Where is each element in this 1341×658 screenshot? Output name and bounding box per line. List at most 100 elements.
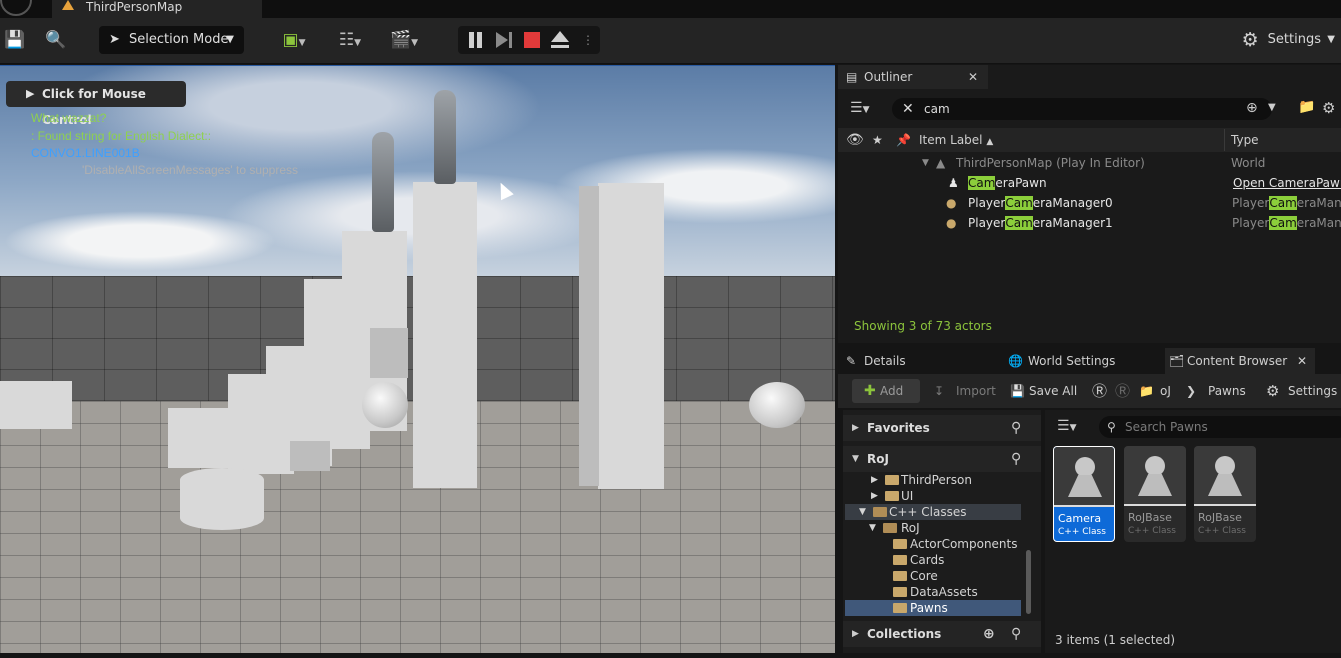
eject-button[interactable] <box>550 30 570 50</box>
settings-button[interactable]: ⚙ Settings ▼ <box>1242 26 1335 54</box>
debug-message: CONVO1.LINE001B <box>31 146 140 160</box>
folder-dataassets[interactable]: DataAssets <box>845 584 1021 600</box>
actor-icon: ● <box>946 216 957 230</box>
save-icon[interactable]: 💾 <box>4 30 25 50</box>
collections-section[interactable]: ▶ Collections ⊕ ⚲ <box>843 621 1041 647</box>
folder-pawns[interactable]: Pawns <box>845 600 1021 616</box>
content-browser-icon: 🗂 <box>1169 354 1185 368</box>
outliner-tab[interactable]: ▤ Outliner ✕ <box>838 65 988 89</box>
filter-icon[interactable]: ☰▼ <box>850 100 869 116</box>
outliner-row-cameramanager0[interactable]: ● PlayerCameraManager0 PlayerCameraMana <box>838 193 1341 213</box>
pin-icon[interactable]: 📌 <box>896 129 911 151</box>
debug-message: 'DisableAllScreenMessages' to suppress <box>82 163 299 177</box>
folder-cards[interactable]: Cards <box>845 552 1021 568</box>
blueprint-icon[interactable]: ☷▼ <box>332 30 368 53</box>
outliner-header-row <box>838 128 1341 152</box>
breadcrumb-pawns[interactable]: Pawns <box>1208 379 1246 403</box>
level-tab[interactable]: ThirdPersonMap <box>52 0 262 18</box>
add-filter-icon[interactable]: ⊕ <box>1246 100 1258 116</box>
folder-core[interactable]: Core <box>845 568 1021 584</box>
folder-label: RoJ <box>901 521 920 535</box>
outliner-row-world[interactable]: ▼ ▲ ThirdPersonMap (Play In Editor) Worl… <box>838 153 1341 173</box>
tab-content-browser[interactable]: 🗂 Content Browser ✕ <box>1165 348 1315 374</box>
folder-icon[interactable]: 📁 <box>1139 379 1154 403</box>
stop-button[interactable] <box>522 30 542 50</box>
asset-tile-rojbase[interactable]: RoJBase C++ Class <box>1124 446 1186 542</box>
browse-icon[interactable]: 🔍 <box>44 30 68 50</box>
search-icon[interactable]: ⚲ <box>1011 415 1021 441</box>
clear-search-icon[interactable]: ✕ <box>902 98 914 120</box>
close-icon[interactable]: ✕ <box>1297 348 1307 374</box>
folder-roj[interactable]: ▼ RoJ <box>845 520 1021 536</box>
folder-label: Cards <box>910 553 945 567</box>
asset-thumbnail <box>1124 446 1186 504</box>
item-label-header[interactable]: Item Label ▲ <box>919 129 993 151</box>
favorites-section[interactable]: ▶ Favorites ⚲ <box>843 415 1041 441</box>
outliner-row-camerapawn[interactable]: ♟ CameraPawn Open CameraPawn <box>838 173 1341 193</box>
unreal-logo-icon[interactable] <box>0 0 32 16</box>
row-type: World <box>1231 156 1266 170</box>
search-icon[interactable]: ⚲ <box>1011 621 1021 647</box>
chevron-right-icon: ❯ <box>1186 384 1197 398</box>
filter-icon[interactable]: ☰▼ <box>1057 418 1076 434</box>
frame-skip-button[interactable] <box>494 30 514 50</box>
asset-tile-camera[interactable]: Camera C++ Class <box>1053 446 1115 542</box>
stair-block <box>370 328 408 378</box>
level-viewport[interactable]: ▶ Click for Mouse Control What wazzat? :… <box>0 65 835 653</box>
folder-ui[interactable]: ▶ UI <box>845 488 1021 504</box>
favorite-icon[interactable]: ★ <box>872 129 883 151</box>
more-options-icon[interactable]: ⋮ <box>578 30 598 50</box>
outliner-icon: ▤ <box>846 70 858 84</box>
collapse-triangle-icon[interactable]: ▼ <box>922 153 929 173</box>
asset-tile-rojbase-2[interactable]: RoJBase C++ Class <box>1194 446 1256 542</box>
level-tab-title: ThirdPersonMap <box>86 0 183 14</box>
gear-icon: ⚙ <box>1241 29 1259 51</box>
pawn-icon <box>1215 456 1235 476</box>
debug-message: : Found string for English Dialect:: <box>31 129 212 143</box>
mouse-control-button[interactable]: ▶ Click for Mouse Control <box>6 81 186 127</box>
sphere <box>749 382 805 428</box>
cb-settings-button[interactable]: ⚙ Settings <box>1266 379 1337 403</box>
new-folder-icon[interactable]: 📁 <box>1298 99 1315 115</box>
search-icon[interactable]: ⚲ <box>1011 446 1021 472</box>
asset-name: RoJBase <box>1128 511 1172 524</box>
stair-block <box>168 408 288 468</box>
asset-search-placeholder: Search Pawns <box>1125 420 1208 434</box>
folder-actorcomponents[interactable]: ActorComponents <box>845 536 1021 552</box>
outliner-row-cameramanager1[interactable]: ● PlayerCameraManager1 PlayerCameraMana <box>838 213 1341 233</box>
back-icon[interactable]: Ⓡ <box>1092 379 1107 403</box>
tab-details[interactable]: ✎ Details <box>842 348 906 374</box>
expand-triangle-icon: ▶ <box>871 475 878 485</box>
tree-scrollbar[interactable] <box>1026 550 1031 614</box>
visibility-icon[interactable]: 👁 <box>846 129 864 151</box>
cinematics-icon[interactable]: 🎬▼ <box>386 30 422 53</box>
title-bar: ThirdPersonMap <box>0 0 1341 18</box>
add-button[interactable]: ✚ Add <box>852 379 920 403</box>
open-camerapawn-link[interactable]: Open CameraPawn <box>1233 173 1341 193</box>
add-actor-icon[interactable]: ▣▼ <box>276 30 312 53</box>
selection-mode-dropdown[interactable]: ➤ Selection Mode ▼ <box>99 26 244 54</box>
roj-section[interactable]: ▼ RoJ ⚲ <box>843 446 1041 472</box>
cylinder <box>180 468 264 530</box>
breadcrumb-root[interactable]: oJ <box>1160 379 1171 403</box>
type-header[interactable]: Type <box>1231 129 1259 151</box>
import-button[interactable]: ↧ Import <box>934 379 996 403</box>
folder-icon <box>893 603 907 613</box>
gear-icon[interactable]: ⚙ <box>1322 99 1335 117</box>
asset-search-input[interactable]: ⚲ Search Pawns <box>1099 416 1341 438</box>
save-all-button[interactable]: 💾 Save All <box>1010 379 1077 403</box>
add-collection-icon[interactable]: ⊕ <box>983 621 995 647</box>
pause-button[interactable] <box>466 30 486 50</box>
close-icon[interactable]: ✕ <box>968 65 978 89</box>
folder-cpp-classes[interactable]: ▼ C++ Classes <box>845 504 1021 520</box>
column-divider[interactable] <box>1224 129 1225 151</box>
tab-world-settings[interactable]: 🌐 World Settings <box>1006 348 1115 374</box>
chevron-down-icon[interactable]: ▼ <box>1268 102 1276 113</box>
tab-details-label: Details <box>864 354 906 368</box>
cursor-arrow-icon: ▶ <box>26 87 35 100</box>
save-all-label: Save All <box>1029 384 1078 398</box>
folder-thirdperson[interactable]: ▶ ThirdPerson <box>845 472 1021 488</box>
forward-icon[interactable]: Ⓡ <box>1115 379 1130 403</box>
outliner-search-input[interactable]: ✕ cam <box>892 98 1272 120</box>
folder-label: UI <box>901 489 914 503</box>
